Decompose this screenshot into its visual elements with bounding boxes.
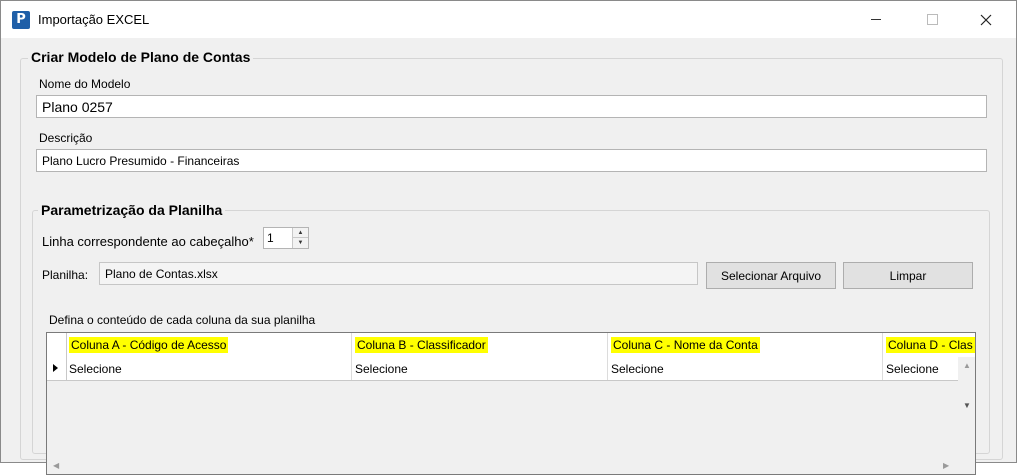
row-header[interactable] [47, 357, 67, 380]
description-label: Descrição [39, 131, 93, 145]
column-header-b-label: Coluna B - Classificador [355, 337, 488, 353]
column-header-d[interactable]: Coluna D - Clas [883, 333, 975, 357]
close-button[interactable] [963, 1, 1009, 38]
select-file-button[interactable]: Selecionar Arquivo [706, 262, 836, 289]
grid-corner-header [47, 333, 67, 357]
cell-column-a-value: Selecione [69, 361, 122, 376]
window-title: Importação EXCEL [38, 12, 150, 27]
description-input[interactable]: Plano Lucro Presumido - Financeiras [36, 149, 987, 172]
spinner-down-icon[interactable]: ▼ [293, 238, 308, 248]
cell-column-c-value: Selecione [611, 361, 664, 376]
vertical-scrollbar[interactable]: ▲ ▼ [958, 357, 975, 458]
column-header-a[interactable]: Coluna A - Código de Acesso [66, 333, 352, 357]
scroll-right-icon[interactable]: ▶ [943, 461, 949, 470]
maximize-button [909, 1, 955, 38]
spreadsheet-file-value: Plano de Contas.xlsx [105, 266, 218, 281]
header-line-spinner[interactable]: 1 ▲ ▼ [263, 227, 309, 249]
clear-button[interactable]: Limpar [843, 262, 973, 289]
row-pointer-icon [53, 364, 58, 372]
spinner-arrows[interactable]: ▲ ▼ [292, 228, 308, 248]
model-group-title: Criar Modelo de Plano de Contas [28, 49, 254, 65]
horizontal-scrollbar[interactable]: ◀ ▶ [47, 457, 959, 474]
spinner-up-icon[interactable]: ▲ [293, 228, 308, 238]
scrollbar-corner [958, 457, 975, 474]
description-value: Plano Lucro Presumido - Financeiras [42, 153, 240, 168]
column-header-a-label: Coluna A - Código de Acesso [69, 337, 229, 353]
maximize-icon [926, 14, 938, 25]
minimize-icon [871, 19, 881, 20]
model-name-value: Plano 0257 [42, 98, 113, 115]
header-line-label: Linha correspondente ao cabeçalho* [42, 234, 254, 249]
cell-column-d-value: Selecione [886, 361, 939, 376]
minimize-button[interactable] [853, 1, 899, 38]
scroll-left-icon[interactable]: ◀ [53, 461, 59, 470]
title-bar: P Importação EXCEL [1, 1, 1016, 38]
spreadsheet-file-field: Plano de Contas.xlsx [99, 262, 698, 285]
cell-column-b-value: Selecione [355, 361, 408, 376]
app-logo-icon: P [12, 11, 30, 29]
import-excel-window: P Importação EXCEL Criar Modelo de Plano… [0, 0, 1017, 475]
header-line-value: 1 [267, 231, 274, 245]
close-icon [980, 14, 992, 25]
column-mapping-grid: Coluna A - Código de Acesso Coluna B - C… [46, 332, 976, 475]
scroll-up-icon[interactable]: ▲ [963, 361, 971, 370]
cell-column-b-select[interactable]: Selecione [352, 357, 608, 380]
cell-column-d-select[interactable]: Selecione [883, 357, 960, 380]
window-content: Criar Modelo de Plano de Contas Nome do … [1, 38, 1016, 475]
cell-column-c-select[interactable]: Selecione [608, 357, 883, 380]
columns-hint-label: Defina o conteúdo de cada coluna da sua … [49, 313, 316, 327]
grid-header-row: Coluna A - Código de Acesso Coluna B - C… [47, 333, 975, 358]
model-name-label: Nome do Modelo [39, 77, 131, 91]
table-row: Selecione Selecione Selecione Selecione [47, 357, 975, 381]
column-header-c[interactable]: Coluna C - Nome da Conta [608, 333, 883, 357]
scroll-down-icon[interactable]: ▼ [963, 401, 971, 410]
cell-column-a-select[interactable]: Selecione [66, 357, 352, 380]
spreadsheet-group-title: Parametrização da Planilha [38, 202, 226, 218]
spreadsheet-label: Planilha: [42, 268, 89, 282]
column-header-d-label: Coluna D - Clas [886, 337, 975, 353]
column-header-c-label: Coluna C - Nome da Conta [611, 337, 760, 353]
column-header-b[interactable]: Coluna B - Classificador [352, 333, 608, 357]
model-name-input[interactable]: Plano 0257 [36, 95, 987, 118]
